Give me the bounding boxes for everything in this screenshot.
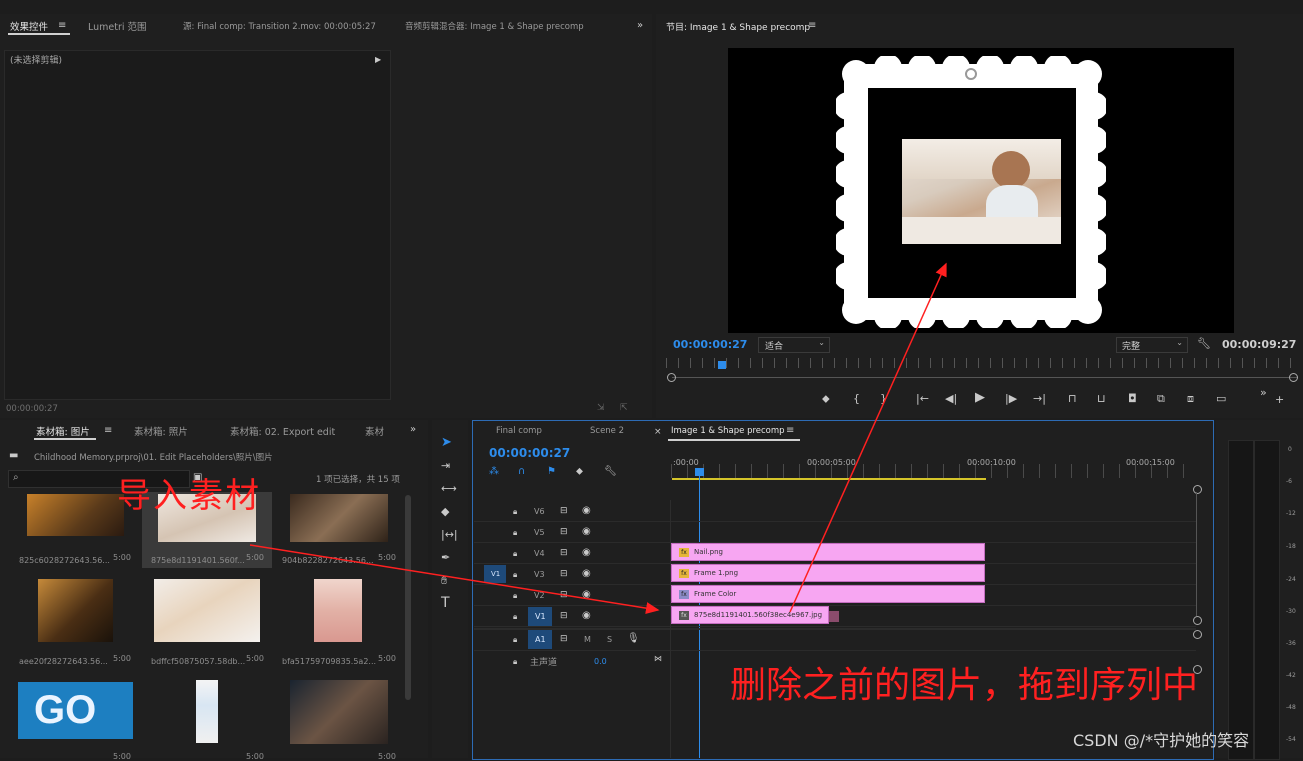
arrow-import-to-timeline — [249, 544, 660, 615]
watermark: CSDN @/*守护她的笑容 — [1073, 731, 1250, 750]
arrow-timeline-to-monitor — [789, 262, 947, 613]
annotation-arrows — [249, 262, 947, 615]
annotation-drag-to-sequence: 删除之前的图片，拖到序列中 — [730, 665, 1199, 706]
annotation-import-material: 导入素材 — [117, 476, 261, 516]
